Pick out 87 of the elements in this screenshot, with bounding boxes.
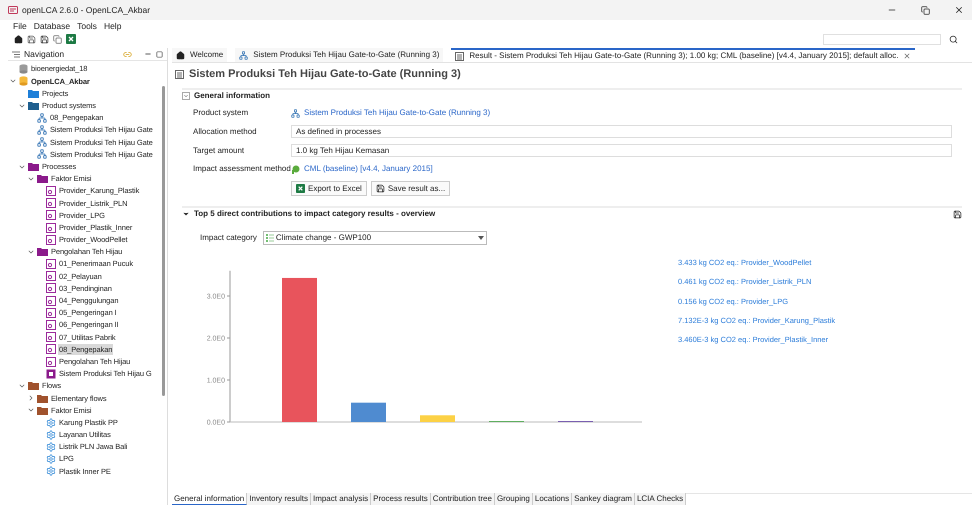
list-icon bbox=[266, 234, 274, 242]
excel-icon[interactable] bbox=[66, 34, 76, 44]
app-logo-icon bbox=[8, 6, 18, 14]
section-title: General information bbox=[194, 90, 270, 102]
process-icon bbox=[46, 234, 56, 245]
field-label: Impact category bbox=[200, 232, 257, 244]
process-icon bbox=[46, 320, 56, 330]
process-icon bbox=[46, 344, 56, 354]
database-icon bbox=[19, 64, 28, 74]
process-icon bbox=[46, 356, 56, 367]
process-icon bbox=[46, 259, 56, 270]
impact-category-dropdown[interactable]: Climate change - GWP100 bbox=[262, 231, 487, 245]
page-title: Sistem Produksi Teh Hijau Gate-to-Gate (Running 3) bbox=[189, 66, 461, 82]
process-icon bbox=[46, 222, 56, 233]
list-icon bbox=[12, 50, 20, 58]
search-icon[interactable] bbox=[949, 34, 958, 44]
toolbar-button[interactable]: Export to Excel bbox=[291, 181, 367, 196]
page-tab[interactable]: General information bbox=[172, 493, 248, 505]
page-tab[interactable]: Locations bbox=[532, 493, 572, 505]
page-tab[interactable]: Process results bbox=[371, 493, 431, 505]
page-tab[interactable]: Contribution tree bbox=[430, 493, 495, 505]
page-tab[interactable]: LCIA Checks bbox=[634, 493, 686, 505]
editor-tab[interactable]: Welcome bbox=[172, 48, 228, 62]
toolbar-button[interactable]: Save result as... bbox=[370, 181, 450, 196]
gear-icon bbox=[46, 466, 56, 476]
home-icon bbox=[176, 50, 185, 60]
process-icon bbox=[46, 198, 56, 208]
result-icon bbox=[175, 70, 184, 78]
method-link[interactable]: CML (baseline) [v4.4, January 2015] bbox=[304, 163, 433, 175]
field-label: Target amount bbox=[193, 144, 246, 156]
process-icon bbox=[46, 210, 56, 220]
field-label: Product system bbox=[193, 107, 250, 119]
close-icon[interactable] bbox=[954, 5, 964, 15]
hierarchy-icon bbox=[37, 125, 47, 136]
page-tab[interactable]: Sankey diagram bbox=[572, 493, 635, 505]
chart-bar bbox=[351, 402, 386, 422]
page-tab[interactable]: Inventory results bbox=[247, 493, 311, 505]
editor-tab[interactable]: Sistem Produksi Teh Hijau Gate-to-Gate (Running 3) bbox=[235, 48, 444, 62]
menu-item[interactable]: Database bbox=[34, 20, 70, 32]
menu-item[interactable]: Tools bbox=[77, 20, 97, 32]
save-icon bbox=[376, 184, 385, 193]
hierarchy-icon bbox=[239, 50, 248, 60]
leaf-icon bbox=[291, 164, 300, 174]
field-label: Impact assessment method bbox=[193, 163, 291, 175]
process-icon bbox=[46, 308, 56, 318]
restore-icon[interactable] bbox=[921, 6, 930, 14]
process-icon bbox=[46, 332, 56, 342]
gear-icon bbox=[46, 430, 56, 440]
page-tab[interactable]: Grouping bbox=[494, 493, 533, 505]
excel-icon bbox=[296, 184, 305, 193]
field-label: Allocation method bbox=[193, 126, 258, 138]
database-icon bbox=[19, 76, 28, 86]
hierarchy-icon bbox=[37, 149, 47, 160]
input-field[interactable]: 1.0 kg Teh Hijau Kemasan bbox=[291, 144, 952, 157]
save-as-icon[interactable] bbox=[40, 34, 49, 44]
collapse-icon[interactable] bbox=[182, 210, 190, 218]
window-title: openLCA 2.6.0 - OpenLCA_Akbar bbox=[22, 4, 150, 16]
chart-bar bbox=[420, 415, 455, 422]
search-field[interactable] bbox=[823, 34, 941, 44]
dropdown-arrow-icon bbox=[478, 236, 484, 240]
save-all-icon[interactable] bbox=[53, 34, 62, 44]
maximize-icon[interactable] bbox=[156, 50, 163, 58]
process-icon bbox=[46, 368, 56, 379]
panel-tab[interactable]: Navigation bbox=[24, 48, 64, 60]
product-system-link[interactable]: Sistem Produksi Teh Hijau Gate-to-Gate (Running 3) bbox=[304, 107, 490, 119]
menu-item[interactable]: File bbox=[13, 20, 27, 32]
process-icon bbox=[46, 186, 56, 196]
input-field[interactable]: As defined in processes bbox=[291, 125, 952, 138]
process-icon bbox=[46, 283, 56, 294]
gear-icon bbox=[46, 418, 56, 428]
page-tab[interactable]: Impact analysis bbox=[310, 493, 372, 505]
scrollbar[interactable] bbox=[162, 86, 165, 396]
result-icon bbox=[455, 52, 464, 60]
home-icon[interactable] bbox=[14, 34, 23, 44]
process-icon bbox=[46, 271, 56, 282]
expand-icon[interactable] bbox=[27, 394, 35, 402]
gear-icon bbox=[46, 454, 56, 464]
gear-icon bbox=[46, 442, 56, 452]
menu-item[interactable]: Help bbox=[104, 20, 122, 32]
hierarchy-icon bbox=[291, 108, 300, 118]
save-image-icon[interactable] bbox=[953, 210, 962, 218]
save-icon[interactable] bbox=[27, 34, 36, 44]
section-title: Top 5 direct contributions to impact category results - overview bbox=[194, 208, 436, 220]
editor-tab[interactable]: Result - Sistem Produksi Teh Hijau Gate-to-Gate (Running 3); 1.00 kg; CML (baseline) [v4.4, January 2015]; default alloc. bbox=[451, 48, 916, 62]
hierarchy-icon bbox=[37, 112, 47, 123]
process-icon bbox=[46, 296, 56, 306]
hierarchy-icon bbox=[37, 137, 47, 148]
